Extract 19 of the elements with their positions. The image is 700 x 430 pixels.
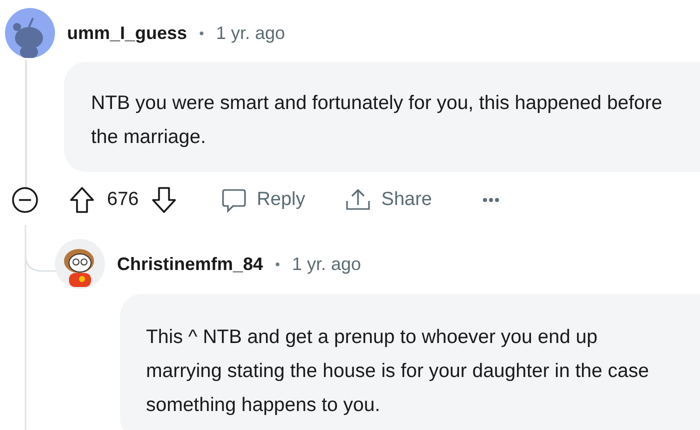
upvote-icon[interactable] — [69, 186, 95, 214]
reply-button[interactable]: Reply — [220, 187, 306, 213]
share-icon — [345, 187, 372, 213]
username[interactable]: umm_I_guess — [67, 22, 188, 44]
separator-dot: • — [199, 25, 204, 41]
vote-count: 676 — [107, 189, 139, 211]
avatar-icon — [5, 8, 55, 58]
avatar-icon — [55, 239, 105, 289]
share-button[interactable]: Share — [345, 187, 432, 213]
collapse-icon[interactable] — [11, 186, 39, 214]
separator-dot: • — [275, 256, 280, 272]
downvote-icon[interactable] — [150, 186, 177, 214]
comment-text: This ^ NTB and get a prenup to whoever you end up marrying stating the house is for your daughter in the case something happens to you. — [146, 325, 650, 418]
timestamp: 1 yr. ago — [292, 254, 362, 274]
comment-text: NTB you were smart and fortunately for you, this happened before the marriage. — [91, 91, 664, 150]
username[interactable]: Christinemfm_84 — [117, 254, 264, 274]
timestamp: 1 yr. ago — [216, 22, 286, 44]
more-options-icon[interactable] — [482, 197, 500, 203]
speech-bubble-icon — [220, 187, 247, 213]
